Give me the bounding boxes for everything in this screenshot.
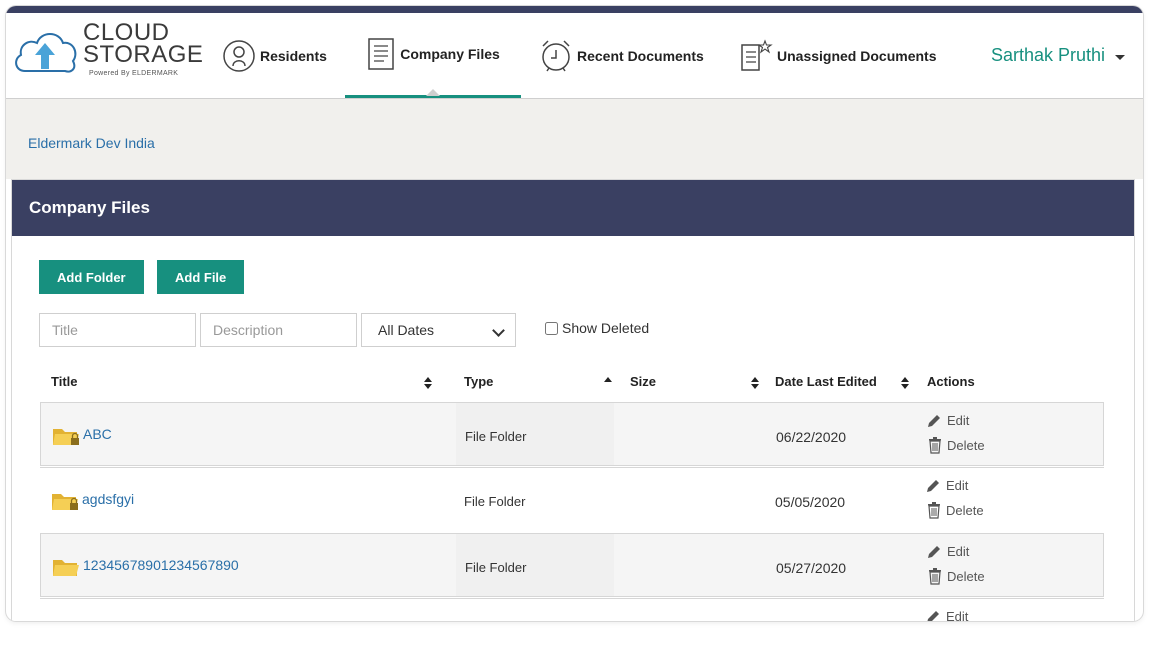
- column-header-actions: Actions: [927, 374, 975, 389]
- folder-type: File Folder: [464, 494, 526, 509]
- chevron-down-icon: [492, 324, 505, 337]
- folder-title-link[interactable]: agdsfgyi: [82, 491, 134, 507]
- delete-action[interactable]: Delete: [926, 501, 984, 519]
- document-lines-icon: [368, 38, 394, 70]
- locked-folder-icon[interactable]: [51, 490, 81, 512]
- nav-company-files[interactable]: Company Files: [345, 13, 521, 98]
- sort-both-icon[interactable]: [424, 377, 432, 389]
- show-deleted-checkbox[interactable]: [545, 321, 558, 335]
- sort-ascending-icon[interactable]: [604, 377, 612, 389]
- delete-label: Delete: [947, 437, 985, 453]
- edit-action[interactable]: Edit: [926, 478, 968, 493]
- folder-date: 05/27/2020: [776, 560, 847, 576]
- nav-unassigned-documents[interactable]: Unassigned Documents: [739, 13, 936, 98]
- pencil-icon: [927, 610, 939, 621]
- folder-date: 06/22/2020: [776, 429, 847, 445]
- chevron-down-icon: [1115, 54, 1125, 60]
- folder-title-link[interactable]: 12345678901234567890: [83, 557, 239, 573]
- sort-both-icon[interactable]: [751, 377, 759, 389]
- title-filter-input[interactable]: [39, 313, 196, 347]
- edit-label: Edit: [946, 609, 969, 621]
- description-filter-input[interactable]: [200, 313, 357, 347]
- add-folder-button[interactable]: Add Folder: [39, 260, 144, 294]
- folder-date: 05/05/2020: [775, 494, 846, 510]
- nav-unassigned-documents-label: Unassigned Documents: [777, 47, 937, 64]
- user-name: Sarthak Pruthi: [990, 45, 1105, 65]
- delete-label: Delete: [946, 502, 984, 518]
- delete-action[interactable]: Delete: [927, 436, 985, 454]
- table-row: Edit: [40, 598, 1104, 621]
- active-tab-caret: [426, 89, 440, 96]
- show-deleted-toggle[interactable]: Show Deleted: [545, 320, 649, 336]
- edit-action[interactable]: Edit: [927, 413, 969, 428]
- date-filter-select[interactable]: All Dates: [361, 313, 516, 347]
- locked-folder-icon[interactable]: [52, 425, 82, 447]
- alarm-clock-icon: [542, 39, 570, 71]
- logo-word-storage: STORAGE: [83, 41, 204, 68]
- header: CLOUD STORAGE Powered By ELDERMARK Resid…: [6, 13, 1143, 99]
- delete-action[interactable]: Delete: [927, 567, 985, 585]
- folder-type: File Folder: [465, 560, 527, 575]
- column-header-type[interactable]: Type: [464, 374, 493, 389]
- trash-icon: [929, 568, 941, 585]
- pencil-icon: [928, 545, 940, 558]
- panel-title: Company Files: [12, 180, 1134, 236]
- cloud-upload-icon: [15, 33, 77, 73]
- table-row: 12345678901234567890 File Folder 05/27/2…: [40, 533, 1104, 597]
- table-row: ABC File Folder 06/22/2020 Edit Delete: [40, 402, 1104, 466]
- edit-action[interactable]: Edit: [926, 609, 968, 621]
- column-header-title[interactable]: Title: [51, 374, 78, 389]
- edit-label: Edit: [946, 478, 969, 493]
- app-window: CLOUD STORAGE Powered By ELDERMARK Resid…: [6, 6, 1143, 621]
- top-strip: [6, 6, 1143, 13]
- delete-label: Delete: [947, 568, 985, 584]
- show-deleted-label: Show Deleted: [562, 320, 650, 336]
- breadcrumb-link[interactable]: Eldermark Dev India: [28, 135, 155, 151]
- nav-company-files-label: Company Files: [400, 46, 500, 62]
- nav-residents-label: Residents: [260, 47, 327, 64]
- pencil-icon: [927, 479, 939, 492]
- folder-icon[interactable]: [52, 556, 82, 578]
- trash-icon: [928, 502, 940, 519]
- date-filter-value: All Dates: [378, 322, 435, 338]
- folder-title-link[interactable]: ABC: [83, 426, 112, 442]
- cloud-storage-logo[interactable]: CLOUD STORAGE Powered By ELDERMARK: [11, 19, 211, 89]
- nav-residents[interactable]: Residents: [222, 13, 327, 98]
- pencil-icon: [928, 414, 940, 427]
- folder-type: File Folder: [465, 429, 527, 444]
- column-header-size[interactable]: Size: [630, 374, 656, 389]
- column-header-date[interactable]: Date Last Edited: [775, 374, 877, 389]
- edit-action[interactable]: Edit: [927, 544, 969, 559]
- nav-recent-documents-label: Recent Documents: [577, 47, 704, 64]
- table-row: agdsfgyi File Folder 05/05/2020 Edit Del…: [40, 467, 1104, 531]
- user-menu[interactable]: Sarthak Pruthi: [991, 13, 1125, 98]
- company-files-panel: Company Files Add Folder Add File All Da…: [11, 179, 1135, 621]
- document-star-icon: [741, 38, 773, 71]
- nav-recent-documents[interactable]: Recent Documents: [539, 13, 704, 98]
- edit-label: Edit: [947, 413, 970, 428]
- breadcrumb-bar: Eldermark Dev India: [6, 99, 1143, 179]
- add-file-button[interactable]: Add File: [157, 260, 245, 294]
- logo-powered-by: Powered By ELDERMARK: [89, 70, 179, 77]
- edit-label: Edit: [947, 544, 970, 559]
- trash-icon: [929, 437, 941, 454]
- person-circle-icon: [223, 39, 255, 72]
- sort-both-icon[interactable]: [901, 377, 909, 389]
